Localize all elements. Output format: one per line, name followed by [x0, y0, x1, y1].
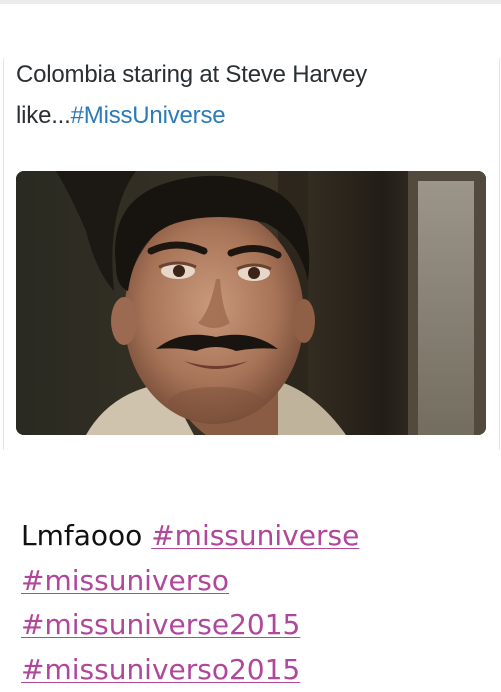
hashtag-link-missuniverse[interactable]: #missuniverse: [151, 519, 359, 552]
caption-text: Lmfaooo: [21, 519, 143, 552]
tweet-text: Colombia staring at Steve Harvey like...…: [16, 54, 486, 136]
tweet-left-border: [3, 58, 4, 450]
hashtag-link-missuniverso[interactable]: #missuniverso: [21, 564, 229, 597]
tweet-screenshot: Colombia staring at Steve Harvey like...…: [0, 4, 501, 494]
tweet-right-border: [499, 58, 500, 450]
tweet-hashtag[interactable]: #MissUniverse: [71, 102, 226, 129]
tweet-image: [16, 171, 486, 435]
hashtag-link-missuniverse2015[interactable]: #missuniverse2015: [21, 608, 300, 641]
man-staring-photo: [16, 171, 486, 435]
post-caption: Lmfaooo #missuniverse #missuniverso #mis…: [21, 514, 491, 692]
hashtag-link-missuniverso2015[interactable]: #missuniverso2015: [21, 653, 300, 686]
